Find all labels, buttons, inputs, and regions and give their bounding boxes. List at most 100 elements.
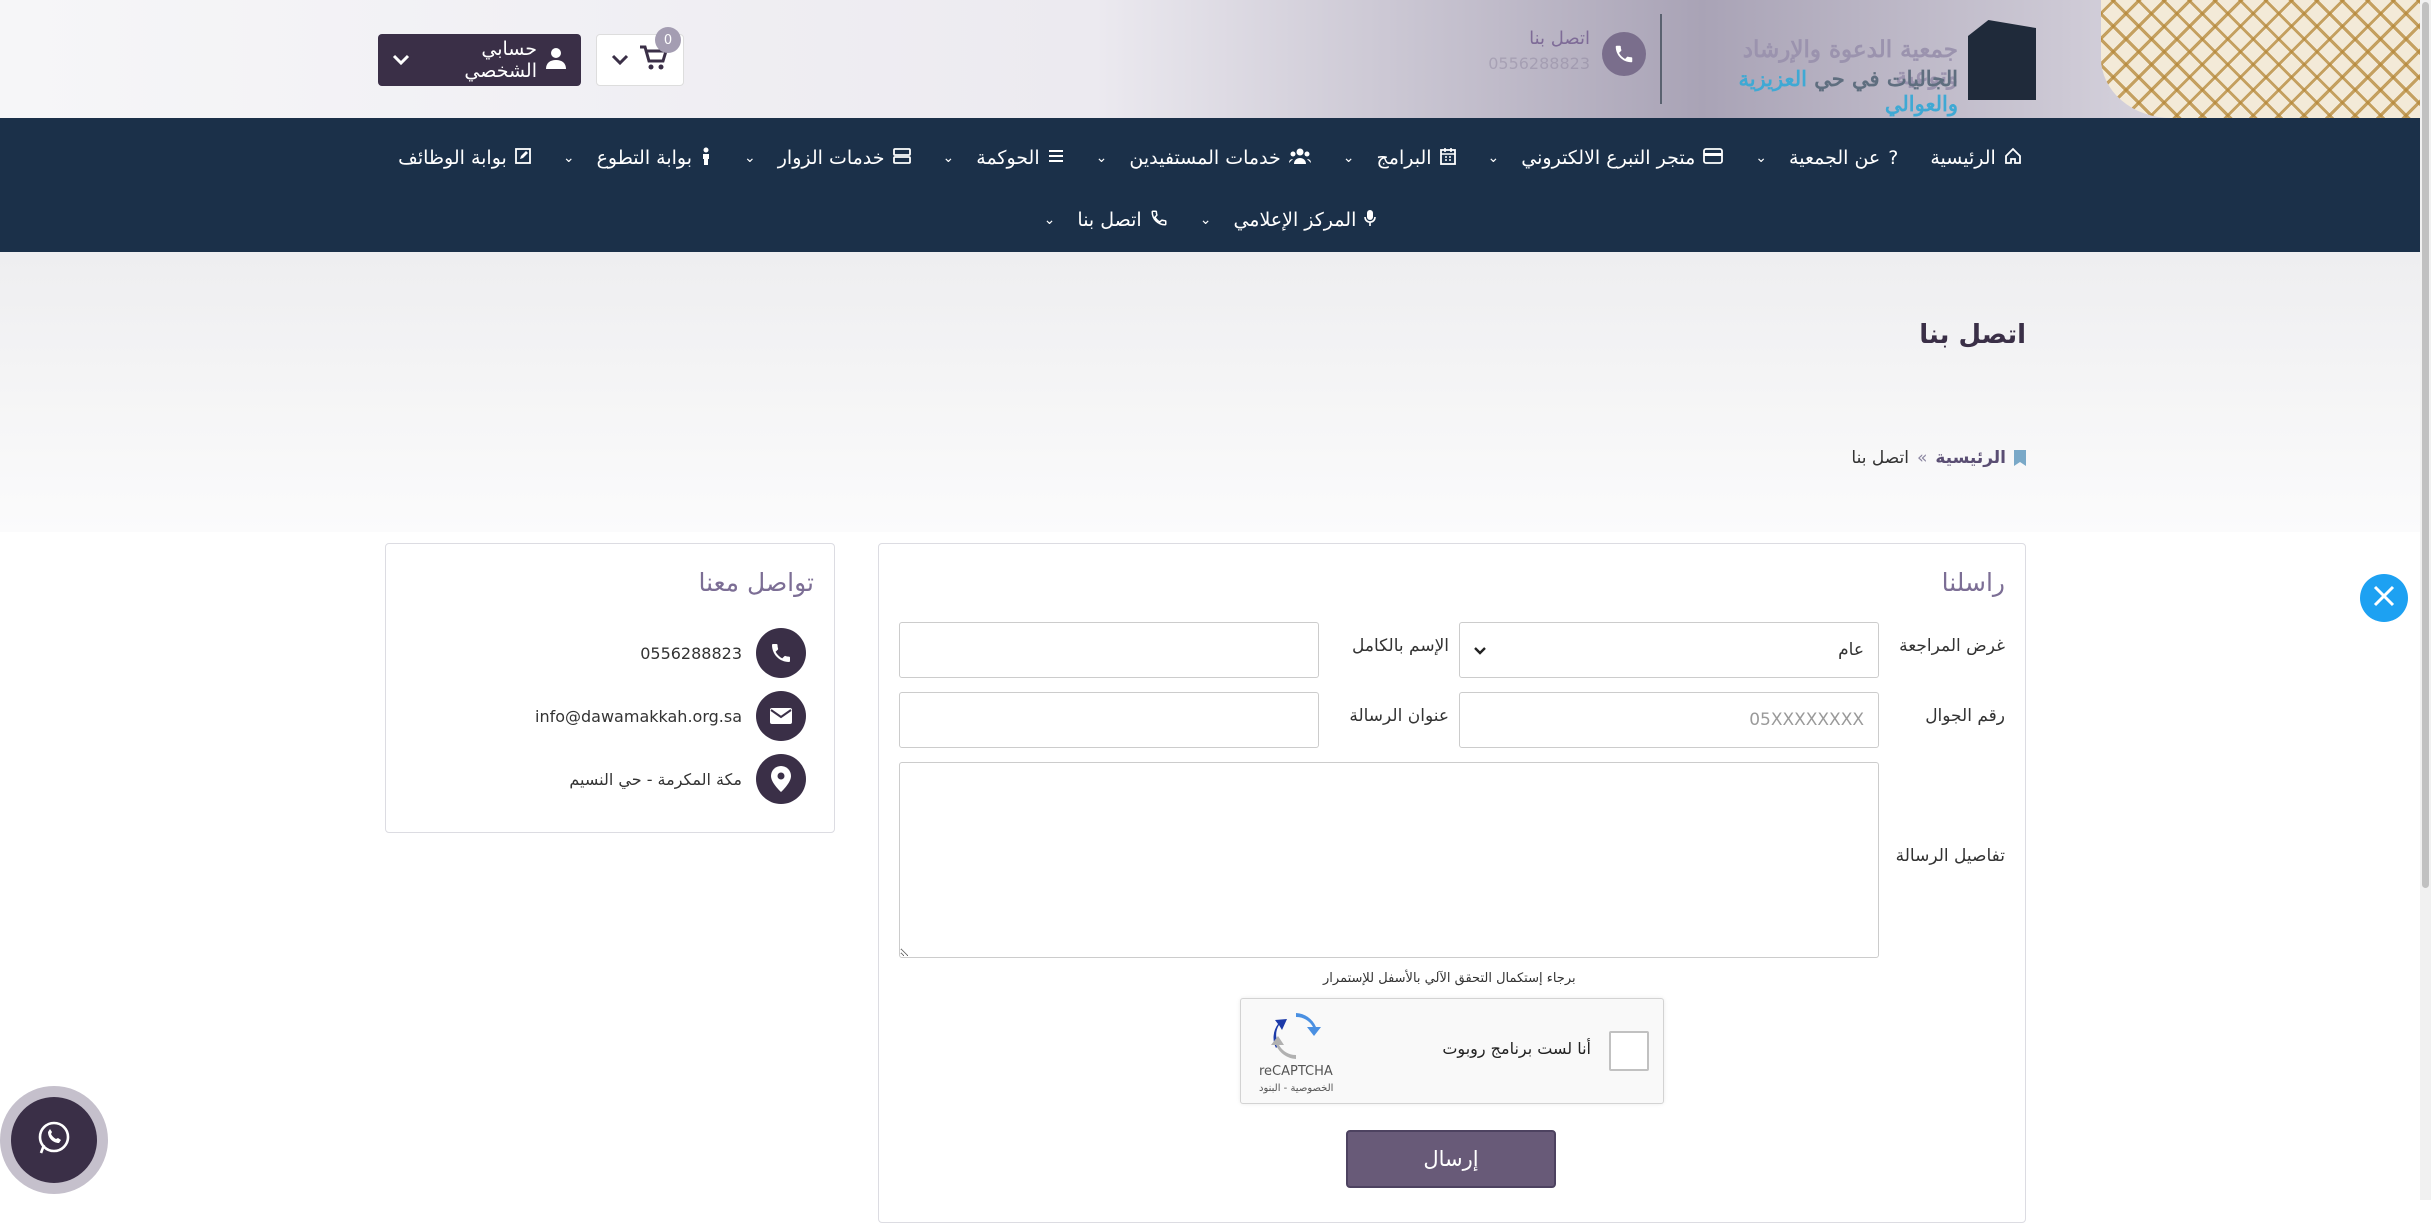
nav-item-media-center[interactable]: المركز الإعلامي ⌄ [1184,202,1393,238]
phone-input[interactable] [1459,692,1879,748]
recaptcha-label: أنا لست برنامج روبوت [1442,1039,1591,1058]
cart-button[interactable]: 0 [596,27,684,86]
person-icon [700,147,712,170]
contact-form-card: راسلنا غرض المراجعة عام الإسم بالكامل رق… [878,543,2026,1223]
page-title: اتصل بنا [1919,320,2026,350]
nav-item-label: بوابة التطوع [596,147,692,169]
purpose-select-value: عام [1838,640,1864,660]
nav-item-label: المركز الإعلامي [1233,209,1357,231]
nav-item-label: بوابة الوظائف [398,147,507,169]
mic-icon [1364,209,1377,232]
recaptcha-widget: أنا لست برنامج روبوت reCAPTCHA الخصوصية … [1240,998,1664,1104]
chevron-down-icon: ⌄ [562,150,575,166]
nav-item-volunteer-portal[interactable]: بوابة التطوع ⌄ [547,140,728,176]
nav-item-label: خدمات المستفيدين [1129,147,1281,169]
nav-item-donation-store[interactable]: متجر التبرع الالكتروني ⌄ [1472,140,1740,176]
recaptcha-logo-icon [1271,1013,1321,1059]
location-pin-icon [756,754,806,804]
bookmark-icon [2014,450,2026,466]
nav-row-2: المركز الإعلامي ⌄ اتصل بنا ⌄ [0,202,2420,238]
phone-label: رقم الجوال [1925,706,2005,726]
chevron-down-icon: ⌄ [942,150,955,166]
association-logo[interactable]: جمعية الدعوة والإرشاد وتوعية الجاليات في… [1680,14,2036,116]
nav-item-label: خدمات الزوار [777,147,885,169]
contact-phone: 0556288823 [640,643,742,663]
chevron-down-icon: ⌄ [1487,150,1500,166]
recaptcha-checkbox[interactable] [1609,1031,1649,1071]
nav-item-visitor-services[interactable]: خدمات الزوار ⌄ [728,140,927,176]
details-label: تفاصيل الرسالة [1895,846,2005,866]
x-twitter-share-button[interactable] [2360,574,2408,622]
contact-email: info@dawamakkah.org.sa [535,706,742,726]
contact-phone-row[interactable]: 0556288823 [640,628,806,678]
nav-item-label: عن الجمعية [1789,147,1881,169]
message-details-textarea[interactable] [899,762,1879,958]
nav-item-governance[interactable]: الحوكمة ⌄ [927,140,1080,176]
nav-item-label: متجر التبرع الالكتروني [1521,147,1696,169]
nav-item-programs[interactable]: البرامج ⌄ [1327,140,1472,176]
page-scrollbar[interactable] [2420,0,2431,1200]
header-divider [1660,14,1662,104]
contact-info-card: تواصل معنا 0556288823 info@dawamakkah.or… [385,543,835,833]
phone-icon [756,628,806,678]
cart-count-badge: 0 [655,27,681,53]
home-icon [2004,147,2022,170]
full-name-input[interactable] [899,622,1319,678]
account-button[interactable]: حسابي الشخصي [378,34,581,86]
phone-icon [1602,32,1646,76]
chevron-down-icon: ⌄ [1199,212,1212,228]
chevron-down-icon: ⌄ [1342,150,1355,166]
chevron-down-icon: ⌄ [744,150,756,166]
envelope-icon [756,691,806,741]
nav-item-label: البرامج [1376,147,1432,169]
header-contact-label: اتصل بنا [1529,28,1590,49]
logo-line2: الجاليات في حي العزيزية والعوالي [1680,66,1958,116]
contact-info-title: تواصل معنا [698,568,814,597]
user-icon [545,47,567,74]
chevron-down-icon [611,51,629,70]
chevron-down-icon: ⌄ [1755,150,1768,166]
subject-label: عنوان الرسالة [1349,706,1449,726]
nav-item-home[interactable]: الرئيسية [1914,140,2037,176]
top-header: جمعية الدعوة والإرشاد وتوعية الجاليات في… [0,0,2431,118]
breadcrumb-home-link[interactable]: الرئيسية [1935,448,2006,468]
kaaba-logo-icon [1968,20,2036,100]
nav-item-contact[interactable]: اتصل بنا ⌄ [1028,202,1184,238]
chevron-down-icon: ⌄ [1043,212,1056,228]
scrollbar-thumb[interactable] [2422,2,2429,888]
account-label: حسابي الشخصي [464,38,537,82]
whatsapp-icon [36,1120,72,1160]
breadcrumb-current: اتصل بنا [1851,448,1909,468]
recaptcha-brand: reCAPTCHA [1259,1064,1333,1079]
header-contact-number: 0556288823 [1488,54,1590,73]
form-title: راسلنا [1941,568,2005,597]
recaptcha-links[interactable]: الخصوصية - البنود [1259,1083,1333,1094]
nav-item-label: الحوكمة [976,147,1040,169]
send-button[interactable]: إرسال [1346,1130,1556,1188]
chevron-down-icon [392,49,410,71]
contact-email-row[interactable]: info@dawamakkah.org.sa [535,691,806,741]
list-icon [1048,147,1064,169]
nav-item-about[interactable]: ? عن الجمعية ⌄ [1739,140,1914,176]
subject-input[interactable] [899,692,1319,748]
logo-line2-text: الجاليات في حي [1806,66,1958,91]
phone-icon [1150,209,1168,232]
chevron-down-icon [1474,640,1486,660]
breadcrumb-separator: » [1916,448,1928,468]
nav-row-1: الرئيسية ? عن الجمعية ⌄ متجر التبرع الال… [0,140,2420,176]
purpose-select[interactable]: عام [1459,622,1879,678]
nav-item-beneficiary-services[interactable]: خدمات المستفيدين ⌄ [1080,140,1327,176]
captcha-hint: برجاء إستكمال التحقق الآلي بالأسفل للإست… [1323,971,1576,986]
islamic-ornament [2101,0,2431,118]
purpose-label: غرض المراجعة [1899,636,2005,656]
contact-address-row: مكة المكرمة - حي النسيم [569,754,806,804]
nav-item-jobs-portal[interactable]: بوابة الوظائف [382,140,547,176]
server-icon [892,147,911,169]
chevron-down-icon: ⌄ [1095,150,1108,166]
whatsapp-button[interactable] [0,1086,108,1194]
main-navigation: الرئيسية ? عن الجمعية ⌄ متجر التبرع الال… [0,118,2420,252]
card-icon [1703,147,1724,169]
header-contact[interactable]: اتصل بنا 0556288823 [1440,28,1646,78]
contact-address: مكة المكرمة - حي النسيم [569,769,742,789]
question-icon: ? [1888,147,1899,169]
